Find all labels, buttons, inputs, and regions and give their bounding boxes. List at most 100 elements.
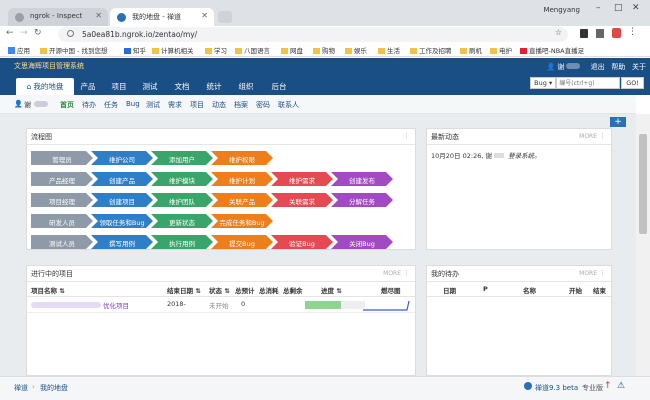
breadcrumb-root[interactable]: 禅道 bbox=[14, 383, 28, 393]
panel-menu-icon[interactable]: ⋮ bbox=[599, 132, 606, 140]
col-name[interactable]: 项目名称 ⇅ bbox=[31, 285, 65, 295]
panel-menu-icon[interactable]: ⋮ bbox=[403, 269, 410, 277]
more-link[interactable]: MORE bbox=[383, 270, 401, 277]
flow-step[interactable]: 维护权限 bbox=[211, 151, 273, 165]
notification-icon[interactable]: ⚠ bbox=[617, 381, 625, 391]
close-tab-icon[interactable]: ✕ bbox=[201, 11, 208, 20]
subnav-project[interactable]: 项目 bbox=[190, 100, 204, 110]
subnav-home[interactable]: 首页 bbox=[60, 100, 74, 110]
extension-icon[interactable] bbox=[612, 28, 621, 38]
bookmark-folder[interactable]: 购物 bbox=[313, 45, 335, 55]
add-block-button[interactable]: + bbox=[610, 117, 626, 127]
back-icon[interactable]: ← bbox=[6, 28, 14, 38]
page-scrollbar[interactable] bbox=[636, 114, 650, 376]
dynamic-user[interactable]: 谢 bbox=[485, 152, 492, 160]
nav-org[interactable]: 组织 bbox=[230, 78, 262, 95]
bookmark-folder[interactable]: 八国语言 bbox=[235, 45, 270, 55]
flow-step[interactable]: 关闭Bug bbox=[331, 235, 393, 249]
bookmark-folder[interactable]: 计算机相关 bbox=[152, 45, 194, 55]
subnav-profile[interactable]: 档案 bbox=[234, 100, 248, 110]
subnav-bug[interactable]: Bug bbox=[126, 100, 140, 108]
bookmark-folder[interactable]: 娱乐 bbox=[345, 45, 367, 55]
close-tab-icon[interactable]: ✕ bbox=[95, 11, 102, 20]
flow-step[interactable]: 更新状态 bbox=[151, 214, 213, 228]
flow-step[interactable]: 维护模块 bbox=[151, 172, 213, 186]
version-link[interactable]: 禅道9.3 beta bbox=[535, 383, 578, 393]
flow-step[interactable]: 关联需求 bbox=[271, 193, 333, 207]
flow-step[interactable]: 维护计划 bbox=[211, 172, 273, 186]
flow-step[interactable]: 创建产品 bbox=[91, 172, 153, 186]
flow-step[interactable]: 领取任务和Bug bbox=[91, 214, 153, 228]
search-type-select[interactable]: Bug ▾ bbox=[530, 77, 557, 89]
subnav-contacts[interactable]: 联系人 bbox=[278, 100, 299, 110]
bookmark-folder[interactable]: 生活 bbox=[378, 45, 400, 55]
bookmark-folder[interactable]: 电护 bbox=[490, 45, 512, 55]
col-status[interactable]: 状态 ⇅ bbox=[209, 285, 230, 295]
browser-tab-zentao[interactable]: 我的地盘 - 禅道 ✕ bbox=[110, 8, 214, 26]
flow-step[interactable]: 维护团队 bbox=[151, 193, 213, 207]
nav-admin[interactable]: 后台 bbox=[262, 78, 296, 95]
subnav-dynamic[interactable]: 动态 bbox=[212, 100, 226, 110]
subnav-todo[interactable]: 待办 bbox=[82, 100, 96, 110]
bookmark-folder[interactable]: 网盘 bbox=[281, 45, 303, 55]
flow-step[interactable]: 提交Bug bbox=[211, 235, 273, 249]
subnav-password[interactable]: 密码 bbox=[256, 100, 270, 110]
flow-step[interactable]: 执行用例 bbox=[151, 235, 213, 249]
flow-step[interactable]: 撰写用例 bbox=[91, 235, 153, 249]
more-link[interactable]: MORE bbox=[579, 133, 597, 140]
user-name[interactable]: 谢 bbox=[557, 63, 564, 71]
flow-step[interactable]: 完成任务和Bug bbox=[211, 214, 273, 228]
bookmark-item[interactable]: 开源中国 - 找到您想 bbox=[40, 45, 107, 55]
search-input[interactable] bbox=[556, 77, 621, 89]
flow-step[interactable]: 添加用户 bbox=[151, 151, 213, 165]
search-go-button[interactable]: GO! bbox=[621, 77, 644, 89]
bookmark-folder[interactable]: 工作及招聘 bbox=[410, 45, 452, 55]
nav-stats[interactable]: 统计 bbox=[198, 78, 230, 95]
bookmark-item[interactable]: 直播吧-NBA直播足 bbox=[520, 45, 584, 55]
upgrade-icon[interactable]: ↑ bbox=[604, 381, 612, 391]
nav-product[interactable]: 产品 bbox=[74, 78, 102, 95]
url-field[interactable]: 5a0ea81b.ngrok.io/zentao/my/ ☆ bbox=[58, 27, 568, 42]
profile-name[interactable]: Mengyang bbox=[543, 6, 580, 14]
extension-icon[interactable] bbox=[580, 29, 588, 38]
panel-menu-icon[interactable]: ⋮ bbox=[599, 269, 606, 277]
col-progress[interactable]: 进度 ⇅ bbox=[321, 285, 342, 295]
logout-link[interactable]: 退出 bbox=[591, 63, 605, 71]
panel-menu-icon[interactable]: ⋮ bbox=[403, 132, 410, 140]
table-row[interactable]: 优化项目 2018- 未开始 0 bbox=[27, 297, 415, 313]
subnav-test[interactable]: 测试 bbox=[146, 100, 160, 110]
flow-step[interactable]: 维护公司 bbox=[91, 151, 153, 165]
more-link[interactable]: MORE bbox=[579, 270, 597, 277]
flow-step[interactable]: 创建发布 bbox=[331, 172, 393, 186]
project-name-link[interactable]: 优化项目 bbox=[103, 300, 129, 310]
help-link[interactable]: 帮助 bbox=[611, 63, 625, 71]
reload-icon[interactable]: ↻ bbox=[34, 28, 42, 38]
flow-step[interactable]: 关联产品 bbox=[211, 193, 273, 207]
extension-icon[interactable] bbox=[596, 29, 604, 38]
info-icon[interactable] bbox=[67, 30, 74, 37]
nav-doc[interactable]: 文档 bbox=[166, 78, 198, 95]
bookmark-item[interactable]: 知乎 bbox=[124, 45, 146, 55]
flow-step[interactable]: 验证Bug bbox=[271, 235, 333, 249]
close-window-icon[interactable]: ✕ bbox=[632, 3, 640, 13]
system-title[interactable]: 文思海辉项目管理系统 bbox=[14, 61, 84, 71]
nav-project[interactable]: 项目 bbox=[104, 78, 134, 95]
scrollbar-thumb[interactable] bbox=[639, 134, 647, 234]
menu-icon[interactable]: ⋮ bbox=[628, 27, 637, 37]
breadcrumb-current[interactable]: 我的地盘 bbox=[40, 383, 68, 393]
browser-tab-ngrok[interactable]: ngrok - Inspect ✕ bbox=[8, 8, 108, 26]
subnav-task[interactable]: 任务 bbox=[104, 100, 118, 110]
col-end[interactable]: 结束日期 ⇅ bbox=[167, 285, 201, 295]
bookmark-apps[interactable]: 应用 bbox=[8, 45, 30, 55]
about-link[interactable]: 关于 bbox=[632, 63, 646, 71]
flow-step[interactable]: 维护需求 bbox=[271, 172, 333, 186]
nav-test[interactable]: 测试 bbox=[134, 78, 166, 95]
nav-my-dashboard[interactable]: ⌂ 我的地盘 bbox=[16, 78, 74, 95]
bookmark-folder[interactable]: 学习 bbox=[205, 45, 227, 55]
flow-step[interactable]: 创建项目 bbox=[91, 193, 153, 207]
subnav-story[interactable]: 需求 bbox=[168, 100, 182, 110]
maximize-icon[interactable]: □ bbox=[614, 3, 623, 13]
minimize-icon[interactable]: – bbox=[596, 3, 601, 13]
flow-step[interactable]: 分解任务 bbox=[331, 193, 393, 207]
bookmark-folder[interactable]: 刷机 bbox=[460, 45, 482, 55]
